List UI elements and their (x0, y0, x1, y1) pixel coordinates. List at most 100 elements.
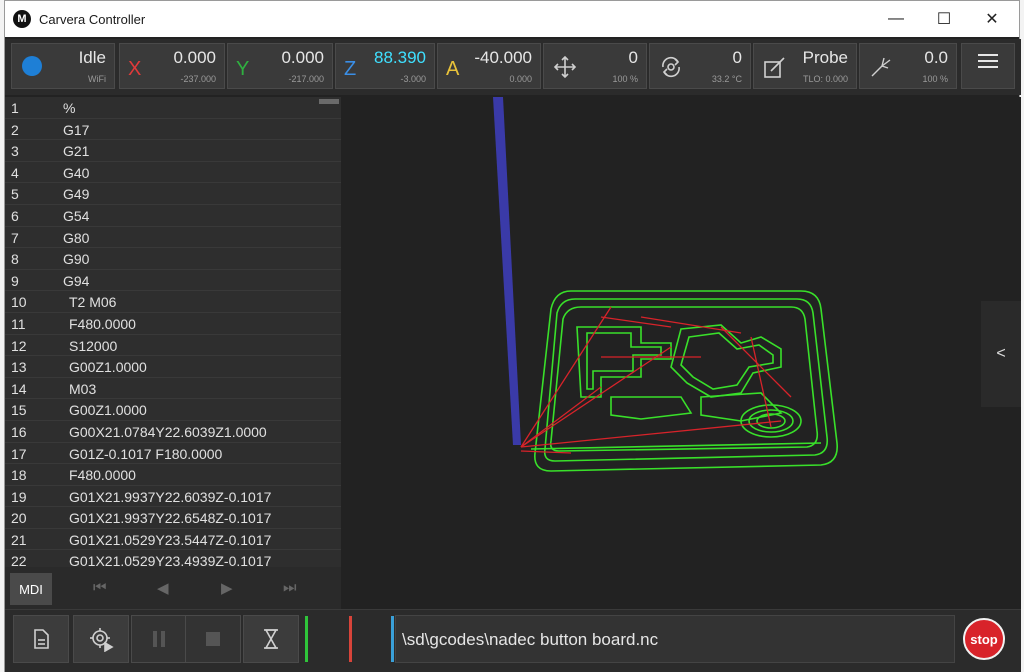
gcode-line[interactable]: 18 F480.0000 (5, 464, 341, 486)
gcode-line[interactable]: 14 M03 (5, 378, 341, 400)
gcode-line-number: 21 (11, 531, 27, 548)
toolpath-3d-view[interactable]: < (341, 97, 1021, 609)
gcode-line-number: 7 (11, 229, 19, 246)
gcode-line-code: T2 M06 (69, 294, 117, 311)
panel-collapse-button[interactable]: < (981, 301, 1021, 407)
app-logo-icon: M (13, 10, 31, 28)
stop-square-icon (206, 632, 220, 646)
gcode-line-code: G54 (63, 207, 90, 224)
gcode-line[interactable]: 22 G01X21.0529Y23.4939Z-0.1017 (5, 550, 341, 567)
gcode-line[interactable]: 16 G00X21.0784Y22.6039Z1.0000 (5, 421, 341, 443)
main-menu-button[interactable] (961, 43, 1015, 89)
gcode-line-code: M03 (69, 380, 97, 397)
next-line-icon[interactable]: ▶ (221, 579, 233, 597)
z-position: 88.390 (374, 48, 426, 67)
gcode-line-code: S12000 (69, 337, 118, 354)
laser-power: 100 % (922, 74, 948, 84)
gcode-line[interactable]: 11 F480.0000 (5, 313, 341, 335)
gcode-line-number: 4 (11, 164, 19, 181)
title-bar: M Carvera Controller — ☐ ✕ (5, 1, 1019, 37)
gcode-line-number: 13 (11, 359, 27, 376)
z-axis-tile[interactable]: Z 88.390 -3.000 (335, 43, 435, 89)
status-bar-blue (391, 616, 394, 662)
y-axis-tile[interactable]: Y 0.000 -217.000 (227, 43, 333, 89)
gcode-line-code: G40 (63, 164, 90, 181)
maximize-button[interactable]: ☐ (921, 1, 967, 37)
gcode-line[interactable]: 4 G40 (5, 162, 341, 184)
x-position: 0.000 (173, 48, 216, 67)
hourglass-icon (264, 629, 278, 649)
gcode-line[interactable]: 1% (5, 97, 341, 119)
feed-value: 0 (628, 48, 638, 67)
gcode-line[interactable]: 2 G17 (5, 119, 341, 141)
y-axis-label: Y (236, 58, 250, 80)
window-title: Carvera Controller (39, 11, 146, 27)
status-bar-red (349, 616, 352, 662)
pause-button[interactable] (131, 615, 187, 663)
gcode-line[interactable]: 9 G94 (5, 270, 341, 292)
gcode-line[interactable]: 10 T2 M06 (5, 291, 341, 313)
gcode-line[interactable]: 20 G01X21.9937Y22.6548Z-0.1017 (5, 507, 341, 529)
gcode-line[interactable]: 8 G90 (5, 248, 341, 270)
gcode-list[interactable]: 1% 2 G17 3 G21 4 G40 5 G49 6 G54 7 G80 8 G90 9 G94 10 T2 M… (5, 97, 341, 567)
connection-status-tile[interactable]: Idle WiFi (11, 43, 115, 89)
gcode-line-number: 3 (11, 143, 19, 160)
previous-line-icon[interactable]: ◀ (157, 579, 169, 597)
gcode-line[interactable]: 21 G01X21.0529Y23.5447Z-0.1017 (5, 529, 341, 551)
gcode-line-number: 15 (11, 402, 27, 419)
gcode-line-code: G21 (63, 143, 90, 160)
gcode-scrollbar[interactable] (319, 99, 339, 104)
gcode-line-number: 20 (11, 510, 27, 527)
laser-value: 0.0 (924, 48, 948, 67)
a-axis-tile[interactable]: A -40.000 0.000 (437, 43, 541, 89)
gcode-line[interactable]: 6 G54 (5, 205, 341, 227)
feed-tile[interactable]: 0 100 % (543, 43, 647, 89)
gcode-line-code: G80 (63, 229, 90, 246)
gcode-line-code: F480.0000 (69, 467, 136, 484)
x-axis-tile[interactable]: X 0.000 -237.000 (119, 43, 225, 89)
x-work-position: -237.000 (180, 74, 216, 84)
gcode-line-code: G01X21.0529Y23.4939Z-0.1017 (69, 553, 272, 567)
job-time-button[interactable] (243, 615, 299, 663)
gcode-line-number: 17 (11, 445, 27, 462)
run-settings-button[interactable] (73, 615, 129, 663)
gcode-line-number: 22 (11, 553, 27, 567)
gcode-line[interactable]: 13 G00Z1.0000 (5, 356, 341, 378)
y-position: 0.000 (281, 48, 324, 67)
spindle-tile[interactable]: 0 33.2 °C (649, 43, 751, 89)
gcode-line-code: G49 (63, 186, 90, 203)
gcode-line[interactable]: 7 G80 (5, 227, 341, 249)
current-file-path: \sd\gcodes\nadec button board.nc (395, 615, 955, 663)
last-line-icon[interactable]: ⏭ (283, 579, 297, 596)
first-line-icon[interactable]: ⏮ (93, 579, 107, 596)
gcode-line[interactable]: 15 G00Z1.0000 (5, 399, 341, 421)
minimize-button[interactable]: — (873, 1, 919, 37)
gcode-line[interactable]: 12 S12000 (5, 335, 341, 357)
app-window: M Carvera Controller — ☐ ✕ Idle WiFi X 0… (4, 0, 1021, 672)
x-axis-label: X (128, 58, 142, 80)
gcode-line-code: G94 (63, 272, 90, 289)
close-button[interactable]: ✕ (969, 1, 1015, 37)
spindle-temperature: 33.2 °C (711, 74, 742, 84)
stop-job-button[interactable] (185, 615, 241, 663)
machine-state: Idle (78, 48, 106, 67)
probe-tile[interactable]: Probe TLO: 0.000 (753, 43, 857, 89)
open-file-button[interactable] (13, 615, 69, 663)
tool-bit (493, 97, 521, 445)
gcode-line-number: 2 (11, 121, 19, 138)
y-work-position: -217.000 (288, 74, 324, 84)
feed-override: 100 % (612, 74, 638, 84)
gcode-line[interactable]: 5 G49 (5, 183, 341, 205)
gcode-line-code: % (63, 100, 76, 116)
mdi-button[interactable]: MDI (10, 573, 52, 605)
hamburger-menu-icon (962, 54, 1014, 68)
laser-tile[interactable]: 0.0 100 % (859, 43, 957, 89)
gcode-line-number: 11 (11, 315, 26, 332)
gcode-line[interactable]: 17 G01Z-0.1017 F180.0000 (5, 443, 341, 465)
emergency-stop-button[interactable]: stop (963, 618, 1005, 660)
gcode-line-code: G00Z1.0000 (69, 402, 147, 419)
gcode-line[interactable]: 19 G01X21.9937Y22.6039Z-0.1017 (5, 486, 341, 508)
probe-icon (764, 57, 785, 78)
bottom-toolbar: \sd\gcodes\nadec button board.nc stop (5, 609, 1021, 672)
gcode-line[interactable]: 3 G21 (5, 140, 341, 162)
